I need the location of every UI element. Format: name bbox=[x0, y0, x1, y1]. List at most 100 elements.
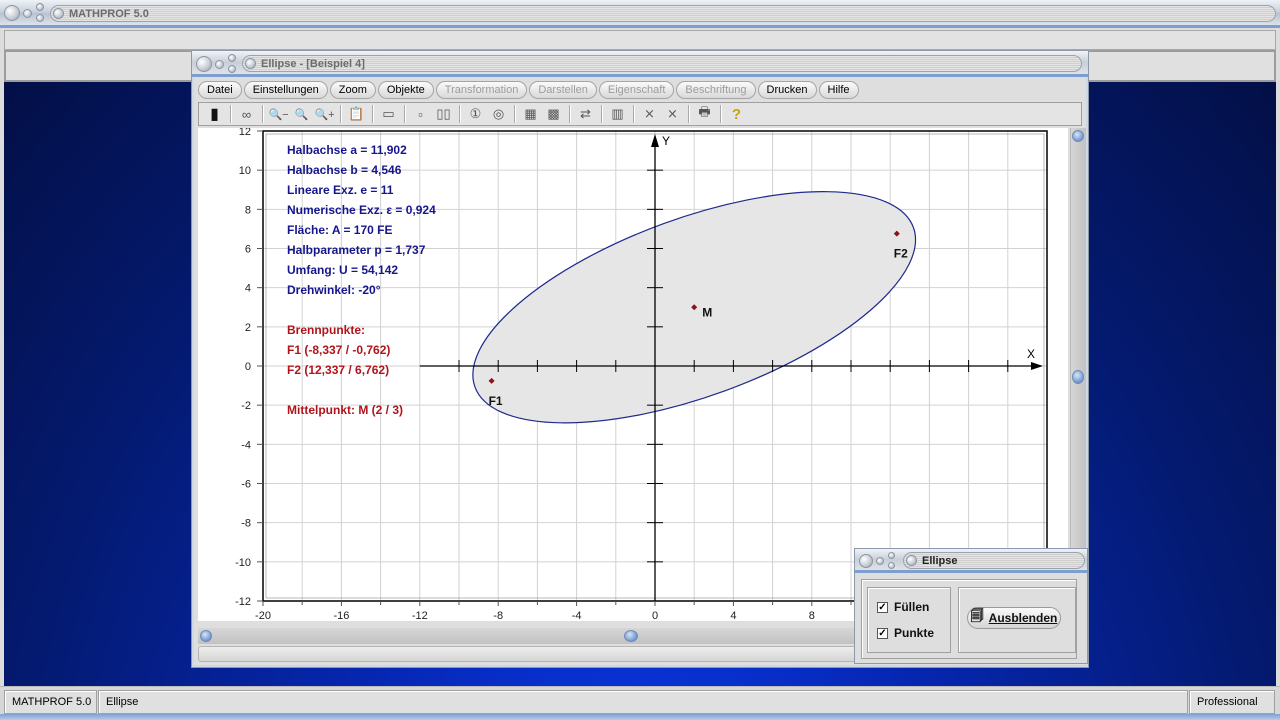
menu-hilfe[interactable]: Hilfe bbox=[818, 81, 859, 99]
y-tick-label: 6 bbox=[245, 244, 251, 256]
toolbar-separator bbox=[404, 105, 405, 123]
clipboard-icon[interactable]: 📋 bbox=[345, 104, 368, 124]
y-axis-label: Y bbox=[662, 134, 670, 148]
menu-darstellen[interactable]: Darstellen bbox=[529, 81, 597, 99]
point-label-f2: F2 bbox=[894, 247, 908, 261]
x-tick-label: -8 bbox=[493, 610, 503, 621]
toolbar: ▮ ∞ 🔍− 🔍 🔍+ 📋 ▭ ▫ ▯▯ ① ◎ ▦ ▩ ⇄ ▥ ⨯ ⨯ 🖶? bbox=[198, 102, 1082, 126]
cross-large-icon[interactable]: ⨯ bbox=[661, 104, 684, 124]
bottom-border bbox=[0, 714, 1280, 720]
vscroll-thumb[interactable] bbox=[1072, 370, 1084, 384]
y-tick-label: 8 bbox=[245, 204, 251, 216]
y-tick-label: 0 bbox=[245, 361, 251, 373]
circle-1-icon[interactable]: ① bbox=[464, 104, 487, 124]
zoom-reset-icon[interactable]: 🔍 bbox=[290, 104, 313, 124]
y-tick-label: -6 bbox=[241, 479, 251, 491]
secondary-scroll-track[interactable] bbox=[198, 646, 858, 662]
window-control-top[interactable] bbox=[36, 3, 44, 11]
window-control-bottom[interactable] bbox=[36, 14, 44, 22]
dialog-title-button[interactable] bbox=[906, 555, 917, 566]
app-title: MATHPROF 5.0 bbox=[69, 8, 149, 20]
app-titlebar: MATHPROF 5.0 bbox=[0, 0, 1280, 28]
toolbar-separator bbox=[372, 105, 373, 123]
toolbar-separator bbox=[569, 105, 570, 123]
titlebar-button[interactable] bbox=[53, 8, 64, 19]
status-module: Ellipse bbox=[98, 690, 1188, 714]
fill-checkbox-row[interactable]: ✓ Füllen bbox=[877, 600, 929, 614]
dialog-control-bottom[interactable] bbox=[888, 562, 895, 569]
window-control-small[interactable] bbox=[215, 60, 224, 69]
property-line: Numerische Exz. ε = 0,924 bbox=[287, 203, 436, 217]
cross-small-icon[interactable]: ⨯ bbox=[638, 104, 661, 124]
ellipse-dialog: Ellipse ✓ Füllen ✓ Punkte 🗐 Ausblenden bbox=[854, 548, 1088, 664]
help-icon[interactable]: ? bbox=[725, 104, 748, 124]
dialog-title: Ellipse bbox=[922, 555, 958, 567]
property-line: Halbachse a = 11,902 bbox=[287, 143, 407, 157]
toolbar-separator bbox=[262, 105, 263, 123]
window-control-small[interactable] bbox=[23, 9, 32, 18]
menu-zoom[interactable]: Zoom bbox=[329, 81, 376, 99]
circle-at-icon[interactable]: ◎ bbox=[487, 104, 510, 124]
toolbar-separator bbox=[601, 105, 602, 123]
box-small-icon[interactable]: ▫ bbox=[409, 104, 432, 124]
table-icon[interactable]: ▦ bbox=[519, 104, 542, 124]
box-double-icon[interactable]: ▯▯ bbox=[432, 104, 455, 124]
y-tick-label: 10 bbox=[239, 165, 251, 177]
menu-eigenschaft[interactable]: Eigenschaft bbox=[598, 81, 675, 99]
y-tick-label: -8 bbox=[241, 518, 251, 530]
menu-transformation[interactable]: Transformation bbox=[435, 81, 528, 99]
property-line: Drehwinkel: -20° bbox=[287, 283, 381, 297]
points-checkbox-row[interactable]: ✓ Punkte bbox=[877, 626, 934, 640]
window-control-top[interactable] bbox=[228, 54, 236, 62]
y-tick-label: 4 bbox=[245, 283, 251, 295]
focal-line: Mittelpunkt: M (2 / 3) bbox=[287, 403, 403, 417]
horizontal-scrollbar[interactable] bbox=[198, 628, 858, 644]
pages-icon[interactable]: ▥ bbox=[606, 104, 629, 124]
window-control-large[interactable] bbox=[196, 56, 212, 72]
toolbar-separator bbox=[720, 105, 721, 123]
x-axis-arrow bbox=[1031, 362, 1043, 370]
export-icon[interactable]: ⇄ bbox=[574, 104, 597, 124]
x-tick-label: -16 bbox=[333, 610, 349, 621]
window-control-bottom[interactable] bbox=[228, 65, 236, 73]
menu-drucken[interactable]: Drucken bbox=[757, 81, 817, 99]
app-menu-strip bbox=[4, 30, 1276, 50]
hscroll-thumb[interactable] bbox=[624, 630, 638, 642]
x-tick-label: -12 bbox=[412, 610, 428, 621]
points-label: Punkte bbox=[894, 626, 935, 640]
dialog-control-large[interactable] bbox=[859, 554, 873, 568]
points-checkbox[interactable]: ✓ bbox=[877, 627, 888, 639]
image-icon[interactable]: ▩ bbox=[542, 104, 565, 124]
window-control-large[interactable] bbox=[4, 5, 20, 21]
window-titlebar: Ellipse - [Beispiel 4] bbox=[192, 51, 1088, 77]
property-line: Fläche: A = 170 FE bbox=[287, 223, 393, 237]
window-icon[interactable]: ▭ bbox=[377, 104, 400, 124]
y-tick-label: -2 bbox=[241, 400, 251, 412]
focal-line: F1 (-8,337 / -0,762) bbox=[287, 343, 391, 357]
zoom-out-icon[interactable]: 🔍− bbox=[267, 104, 290, 124]
menu-einstellungen[interactable]: Einstellungen bbox=[243, 81, 328, 99]
fill-checkbox[interactable]: ✓ bbox=[877, 601, 888, 613]
menu-datei[interactable]: Datei bbox=[198, 81, 242, 99]
x-tick-label: 8 bbox=[809, 610, 815, 621]
glasses-icon[interactable]: ∞ bbox=[235, 104, 258, 124]
hide-button[interactable]: 🗐 Ausblenden bbox=[967, 607, 1061, 629]
zoom-in-icon[interactable]: 🔍+ bbox=[313, 104, 336, 124]
menu-objekte[interactable]: Objekte bbox=[377, 81, 434, 99]
x-axis-label: X bbox=[1027, 347, 1035, 361]
y-tick-label: -12 bbox=[235, 596, 251, 608]
dialog-control-small[interactable] bbox=[876, 557, 884, 565]
dialog-control-top[interactable] bbox=[888, 552, 895, 559]
property-line: Halbachse b = 4,546 bbox=[287, 163, 402, 177]
vscroll-top-button[interactable] bbox=[1072, 130, 1084, 142]
focal-line: F2 (12,337 / 6,762) bbox=[287, 363, 390, 377]
x-tick-label: 0 bbox=[652, 610, 658, 621]
y-tick-label: 2 bbox=[245, 322, 251, 334]
printer-icon[interactable]: 🖶 bbox=[693, 104, 716, 124]
x-tick-label: -4 bbox=[572, 610, 582, 621]
menu-beschriftung[interactable]: Beschriftung bbox=[676, 81, 756, 99]
titlebar-button[interactable] bbox=[245, 58, 256, 69]
point-label-m: M bbox=[702, 305, 712, 319]
screen-icon[interactable]: ▮ bbox=[203, 104, 226, 124]
hscroll-left-button[interactable] bbox=[200, 630, 212, 642]
